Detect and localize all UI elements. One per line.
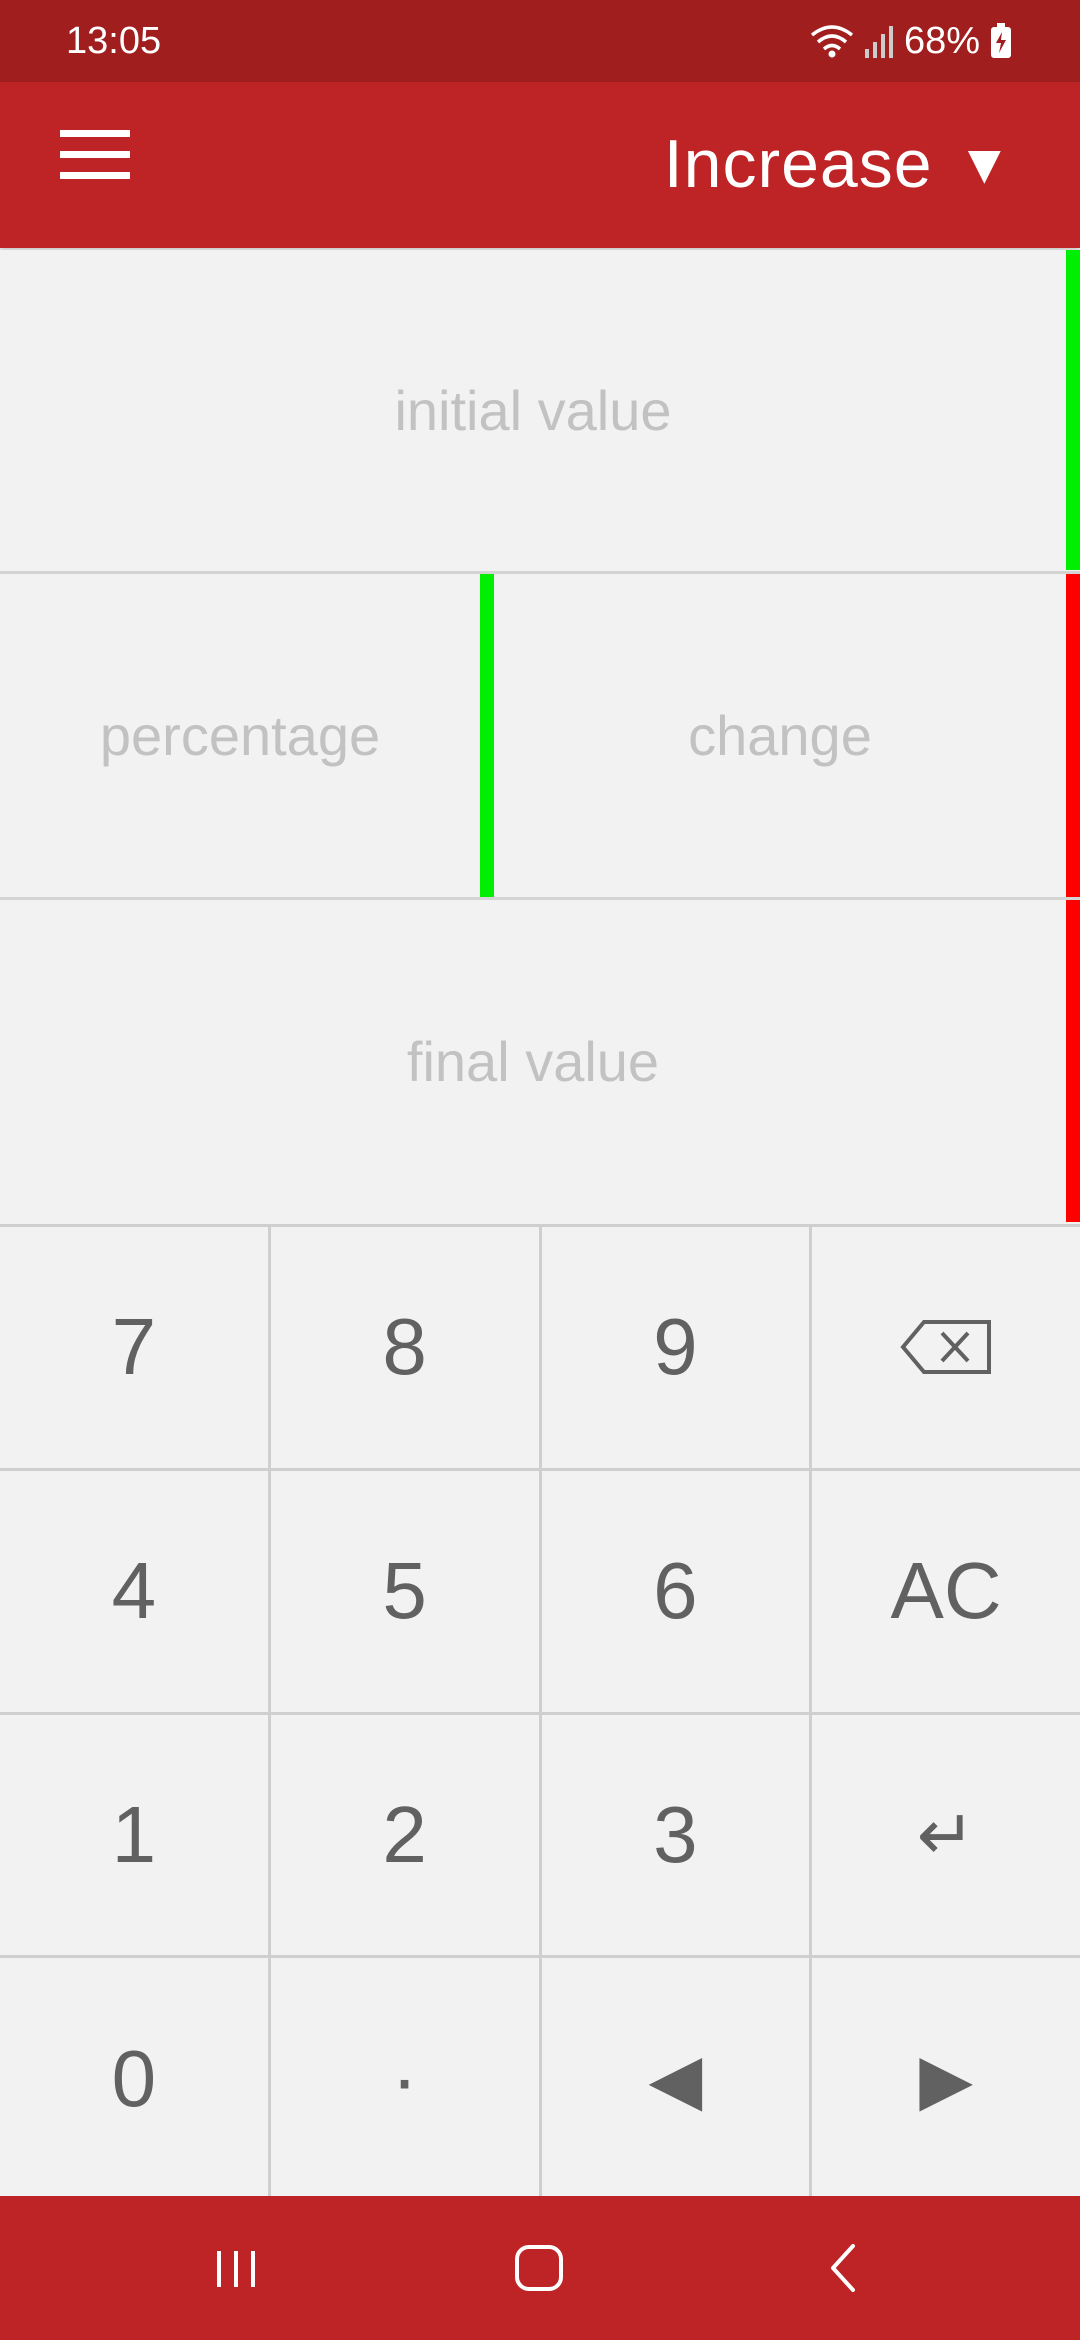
key-3[interactable]: 3 [541, 1714, 810, 1956]
key-8[interactable]: 8 [270, 1227, 539, 1468]
backspace-icon [900, 1320, 992, 1375]
recent-apps-icon [217, 2251, 255, 2287]
percentage-indicator [480, 574, 494, 897]
change-placeholder: change [688, 704, 872, 767]
key-1[interactable]: 1 [0, 1714, 268, 1956]
cursor-right-key[interactable]: ▶ [812, 1958, 1080, 2199]
key-6[interactable]: 6 [541, 1470, 810, 1712]
home-icon [515, 2245, 563, 2291]
percentage-placeholder: percentage [99, 704, 381, 767]
final-value-field[interactable]: final value [0, 900, 1066, 1222]
signal-icon [864, 26, 893, 58]
cursor-left-key[interactable]: ◀ [541, 1958, 810, 2199]
recent-apps-button[interactable] [186, 2228, 286, 2308]
back-icon [831, 2244, 855, 2292]
status-time: 13:05 [66, 20, 162, 62]
enter-key[interactable]: ↵ [812, 1714, 1080, 1956]
wifi-icon [810, 25, 854, 58]
clear-key[interactable]: AC [812, 1470, 1080, 1712]
key-4[interactable]: 4 [0, 1470, 268, 1712]
navigation-bar [0, 2196, 1080, 2340]
key-7[interactable]: 7 [0, 1227, 268, 1468]
status-bar: 13:05 68% [0, 0, 1080, 82]
battery-charging-icon [991, 23, 1011, 58]
change-indicator [1066, 574, 1080, 897]
status-icons: 68% [810, 18, 1012, 64]
decimal-key[interactable]: · [270, 1958, 539, 2199]
key-2[interactable]: 2 [270, 1714, 539, 1956]
final-value-placeholder: final value [406, 1029, 660, 1093]
initial-value-placeholder: initial value [394, 378, 672, 442]
initial-value-indicator [1066, 250, 1080, 570]
final-value-indicator [1066, 900, 1080, 1222]
keypad: 7 8 9 4 5 6 AC 1 2 3 ↵ 0 · ◀ ▶ [0, 1224, 1080, 2199]
back-button[interactable] [793, 2228, 893, 2308]
battery-percentage: 68% [903, 19, 980, 62]
mode-label: Increase [663, 126, 933, 202]
change-field[interactable]: change [494, 574, 1066, 897]
initial-value-field[interactable]: initial value [0, 250, 1066, 570]
dropdown-arrow-icon: ▼ [956, 132, 1012, 195]
backspace-key[interactable] [812, 1227, 1080, 1468]
key-9[interactable]: 9 [541, 1227, 810, 1468]
key-0[interactable]: 0 [0, 1958, 268, 2199]
menu-icon [60, 130, 130, 179]
home-button[interactable] [489, 2228, 589, 2308]
percentage-field[interactable]: percentage [0, 574, 480, 897]
mode-dropdown[interactable]: Increase ▼ [664, 114, 1012, 214]
app-bar: Increase ▼ [0, 82, 1080, 248]
key-5[interactable]: 5 [270, 1470, 539, 1712]
menu-button[interactable] [60, 128, 160, 202]
